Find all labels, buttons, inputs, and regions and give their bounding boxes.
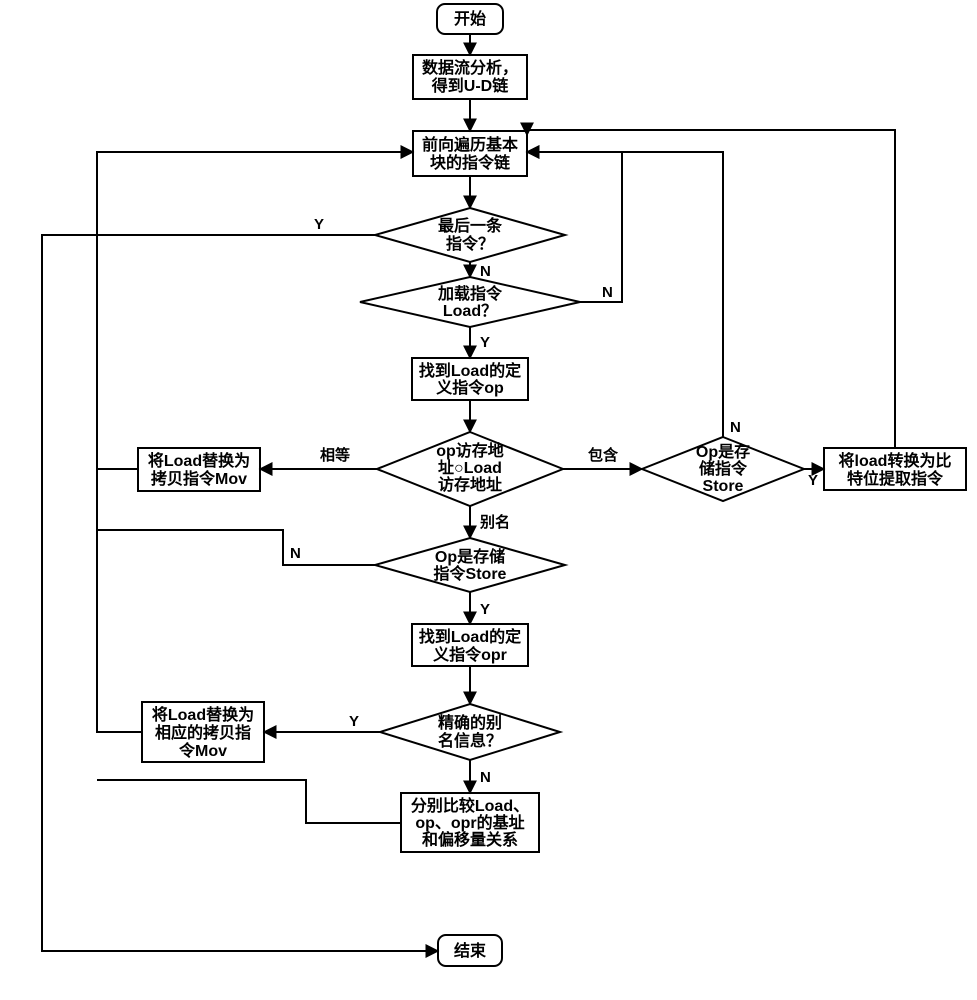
node-start-text: 开始	[454, 9, 486, 28]
node-findop-l1: 义指令op	[436, 378, 504, 397]
node-alias-l1: 名信息？	[438, 731, 502, 750]
node-compare-l2: 和偏移量关系	[422, 830, 518, 849]
edge-addr-eq-label: 相等	[320, 446, 350, 464]
edge-alias-y-label: Y	[349, 713, 359, 730]
node-load-l1: Load？	[443, 303, 497, 320]
node-analyze-l0: 数据流分析，	[422, 58, 518, 77]
edge-store2-traverse	[527, 152, 723, 437]
node-mov1-l0: 将Load替换为	[148, 451, 250, 470]
edge-load-n-label: N	[602, 284, 613, 301]
node-analyze-l1: 得到U-D链	[431, 76, 509, 95]
edge-store2-y-label: Y	[808, 472, 818, 489]
node-compare-l1: op、opr的基址	[415, 813, 524, 832]
edge-last-y-label: Y	[314, 216, 324, 233]
node-last-l0: 最后一条	[438, 216, 503, 235]
node-store2-l1: 储指令	[698, 459, 748, 478]
edge-mov1-traverse	[97, 152, 413, 469]
edge-alias-n-label: N	[480, 769, 491, 786]
node-addr-l0: op访存地	[436, 441, 504, 460]
edge-addr-contain-label: 包含	[588, 446, 619, 464]
node-store1-l0: Op是存储	[435, 547, 505, 566]
node-compare-l0: 分别比较Load、	[411, 796, 529, 815]
edge-last-n-label: N	[480, 263, 491, 280]
node-load-l0: 加载指令	[437, 284, 503, 303]
edge-load-traverse	[527, 152, 622, 302]
node-alias	[380, 704, 560, 760]
edge-store1-traverse	[97, 530, 375, 565]
edge-store1-y-label: Y	[480, 601, 490, 618]
edge-load-y-label: Y	[480, 334, 490, 351]
edge-last-end	[42, 235, 438, 951]
node-traverse-l1: 块的指令链	[430, 153, 511, 172]
node-last	[375, 208, 565, 262]
edge-addr-alias-label: 别名	[479, 513, 510, 531]
node-mov2-l0: 将Load替换为	[152, 705, 254, 724]
node-findop-l0: 找到Load的定	[419, 361, 521, 380]
node-bitext-l1: 特位提取指令	[847, 469, 944, 488]
node-findopr-l1: 义指令opr	[433, 645, 507, 664]
node-last-l1: 指令？	[446, 234, 494, 253]
node-end-text: 结束	[453, 941, 487, 960]
edge-bitext-traverse	[527, 130, 895, 448]
node-mov1-l1: 拷贝指令Mov	[151, 469, 247, 488]
node-mov2-l2: 令Mov	[178, 741, 227, 760]
edge-store2-n-label: N	[730, 419, 741, 436]
node-addr-l2: 访存地址	[438, 475, 502, 494]
edge-mov2-traverse	[97, 469, 142, 732]
node-alias-l0: 精确的别	[438, 713, 502, 732]
flowchart: 开始 数据流分析， 得到U-D链 前向遍历基本 块的指令链 最后一条 指令？ 加…	[0, 0, 977, 1000]
node-bitext-l0: 将load转换为比	[839, 451, 952, 470]
node-findopr-l0: 找到Load的定	[419, 627, 521, 646]
node-traverse-l0: 前向遍历基本	[422, 135, 518, 154]
edge-store1-n-label: N	[290, 545, 301, 562]
edge-compare-traverse	[97, 780, 401, 823]
node-addr-l1: 址○Load	[438, 458, 502, 477]
node-store2-l2: Store	[703, 478, 744, 495]
node-store1-l1: 指令Store	[434, 564, 507, 583]
node-store2-l0: Op是存	[696, 442, 750, 461]
node-mov2-l1: 相应的拷贝指	[155, 723, 251, 742]
